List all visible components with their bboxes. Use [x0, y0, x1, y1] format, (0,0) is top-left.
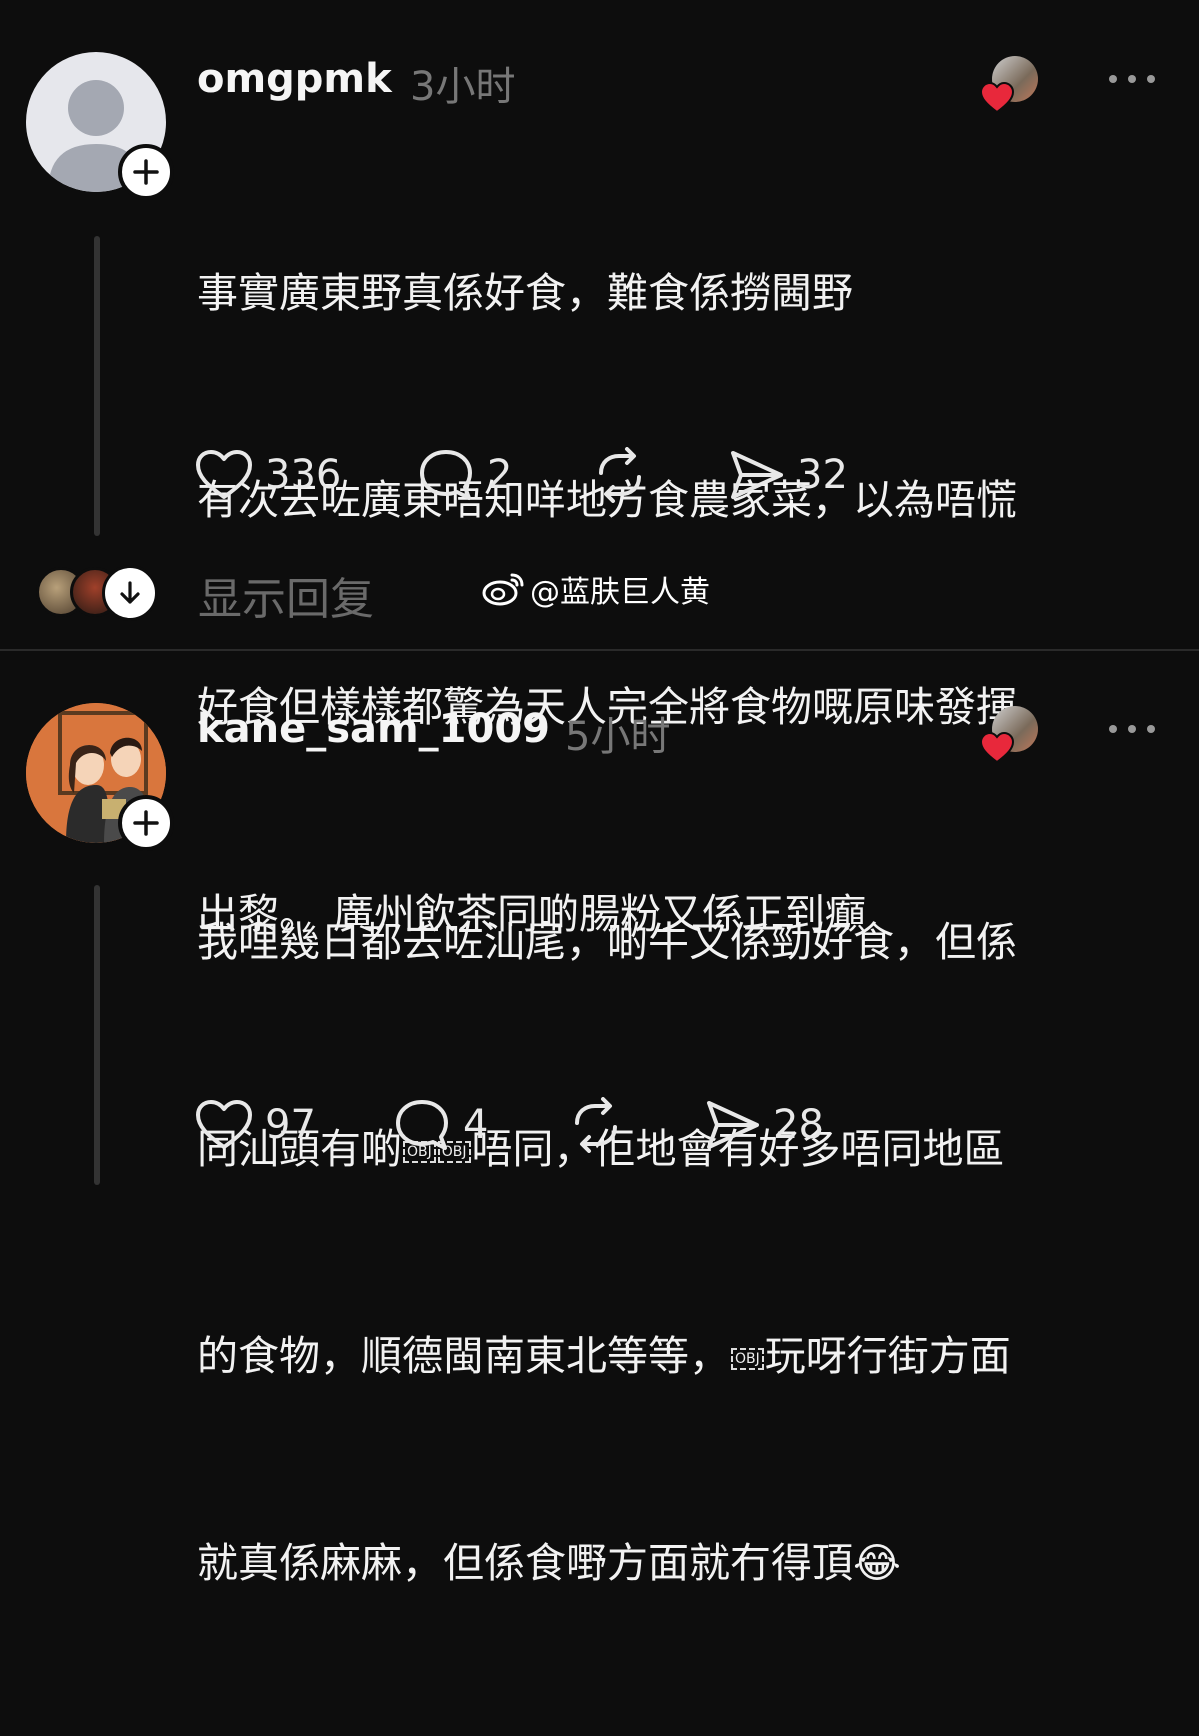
- thread-post: omgpmk 3小时 事實廣東野真係好食，難食係撈閪野 有次去咗廣東唔知咩地方食…: [0, 0, 1199, 938]
- comment-icon: [420, 450, 472, 500]
- comment-icon: [396, 1100, 448, 1150]
- arrow-down-icon: [120, 581, 140, 604]
- repost-icon: [575, 1097, 617, 1153]
- post-time: 3小时: [410, 64, 516, 110]
- plus-icon: [133, 159, 159, 185]
- thread-post: kane_sam_1009 5小时 我哩幾日都去咗汕尾，啲牛又係勁好食，但係 同…: [0, 652, 1199, 1587]
- send-icon: [731, 451, 783, 499]
- laughing-emoji: 😂: [853, 1539, 901, 1587]
- watermark-text: @蓝肤巨人黄: [530, 575, 710, 610]
- more-options-button[interactable]: [1109, 723, 1155, 735]
- post-divider: [0, 649, 1199, 651]
- thread-line: [94, 236, 100, 536]
- more-icon: [1109, 725, 1117, 733]
- heart-icon: [980, 82, 1014, 114]
- post-body-text: 的食物，順德閩南東北等等，: [197, 1332, 730, 1380]
- follow-button[interactable]: [118, 795, 174, 851]
- send-button[interactable]: 28: [705, 1095, 824, 1155]
- plus-icon: [133, 810, 159, 836]
- post-body-line: 我哩幾日都去咗汕尾，啲牛又係勁好食，但係: [197, 918, 1017, 966]
- expand-replies-button[interactable]: [102, 565, 158, 621]
- more-options-button[interactable]: [1109, 73, 1155, 85]
- share-count: 28: [773, 1102, 824, 1148]
- weibo-watermark: @蓝肤巨人黄: [482, 567, 710, 611]
- username[interactable]: kane_sam_1009: [197, 706, 550, 752]
- heart-icon: [196, 1100, 252, 1149]
- comment-count: 2: [487, 452, 513, 498]
- liker-avatar[interactable]: [980, 706, 1038, 764]
- post-body-line: 同汕頭有啲 OBJ OBJ 唔同，佢地會有好多唔同地區: [197, 1115, 1172, 1184]
- heart-icon: [980, 732, 1014, 764]
- send-icon: [707, 1101, 759, 1149]
- username[interactable]: omgpmk: [197, 56, 392, 102]
- post-body-line: 就真係麻麻，但係食嘢方面就冇得頂😂: [197, 1529, 1172, 1598]
- post-body: 我哩幾日都去咗汕尾，啲牛又係勁好食，但係 同汕頭有啲 OBJ OBJ 唔同，佢地會有好…: [197, 770, 1172, 1736]
- like-count: 97: [265, 1102, 316, 1148]
- repost-icon: [599, 447, 641, 503]
- like-button[interactable]: 97: [195, 1095, 316, 1155]
- comment-button[interactable]: 4: [393, 1095, 488, 1155]
- show-replies-link[interactable]: 显示回复: [198, 563, 374, 627]
- comment-count: 4: [463, 1102, 489, 1148]
- share-count: 32: [797, 452, 848, 498]
- replies-row: 显示回复 @蓝肤巨人黄: [36, 563, 1136, 625]
- comment-button[interactable]: 2: [417, 445, 512, 505]
- repost-button[interactable]: [567, 1095, 625, 1155]
- heart-icon: [196, 450, 252, 499]
- post-time: 5小时: [565, 714, 671, 760]
- post-body-line: 的食物，順德閩南東北等等， OBJ 玩呀行街方面: [197, 1322, 1172, 1391]
- like-count: 336: [265, 452, 342, 498]
- repost-button[interactable]: [591, 445, 649, 505]
- post-body-line: 有次去咗廣東唔知咩地方食農家菜，以為唔慌: [197, 476, 1017, 524]
- follow-button[interactable]: [118, 144, 174, 200]
- object-replacement-glyph: OBJ: [731, 1348, 764, 1370]
- post-body-line: 事實廣東野真係好食，難食係撈閪野: [197, 269, 853, 317]
- thread-line: [94, 885, 100, 1185]
- send-button[interactable]: 32: [729, 445, 848, 505]
- liker-avatar[interactable]: [980, 56, 1038, 114]
- post-body-text: 就真係麻麻，但係食嘢方面就冇得頂: [197, 1539, 853, 1587]
- like-button[interactable]: 336: [195, 445, 341, 505]
- more-icon: [1109, 75, 1117, 83]
- post-body-text: 玩呀行街方面: [764, 1332, 1011, 1380]
- weibo-icon: [482, 573, 524, 606]
